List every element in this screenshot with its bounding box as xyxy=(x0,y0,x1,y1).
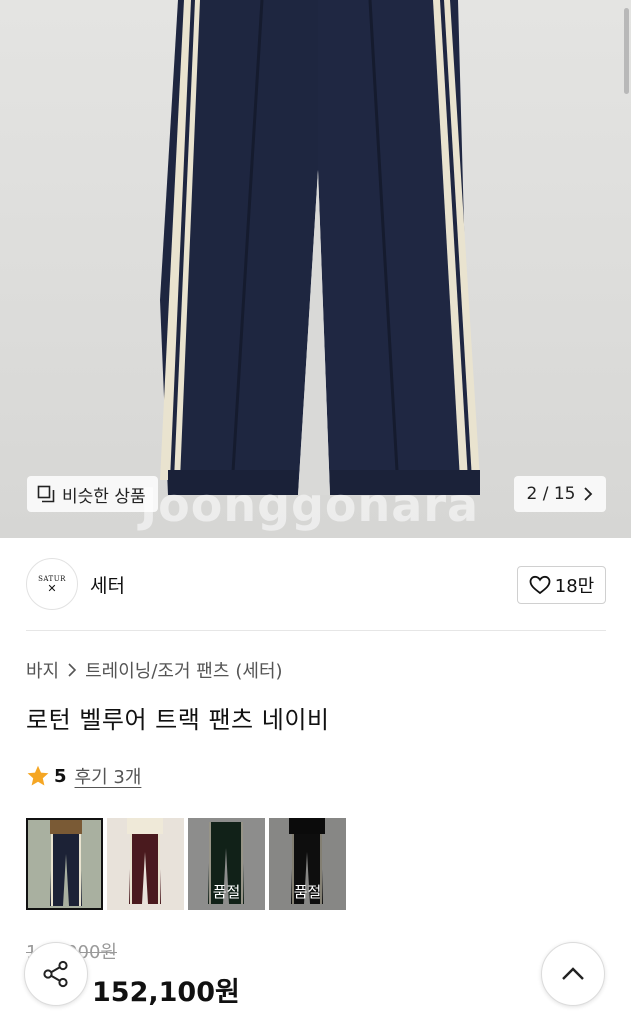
share-icon xyxy=(43,960,68,988)
scroll-to-top-button[interactable] xyxy=(541,942,605,1006)
option-thumbnails: 품절 품절 xyxy=(26,818,346,910)
similar-products-button[interactable]: 비슷한 상품 xyxy=(27,476,158,512)
shop-row[interactable]: SATUR ✕ 세터 18만 xyxy=(26,558,606,610)
product-photo xyxy=(160,0,480,495)
soldout-overlay: 품절 xyxy=(188,818,265,910)
similar-products-label: 비슷한 상품 xyxy=(62,486,146,507)
breadcrumb-category[interactable]: 바지 xyxy=(26,657,59,683)
shop-logo-mark-icon: ✕ xyxy=(47,581,57,595)
heart-icon xyxy=(529,575,551,595)
soldout-label: 품절 xyxy=(212,883,241,901)
image-counter: 2 / 15 xyxy=(526,484,576,504)
shop-avatar[interactable]: SATUR ✕ xyxy=(26,558,78,610)
soldout-label: 품절 xyxy=(293,883,322,901)
option-thumb[interactable]: 품절 xyxy=(269,818,346,910)
shop-name[interactable]: 세터 xyxy=(90,571,125,598)
option-photo xyxy=(50,820,82,906)
share-button[interactable] xyxy=(24,942,88,1006)
product-image-carousel[interactable]: Joonggonara 비슷한 상품 2 / 15 xyxy=(0,0,631,538)
divider xyxy=(26,630,606,631)
soldout-overlay: 품절 xyxy=(269,818,346,910)
star-icon xyxy=(27,765,49,786)
option-thumb[interactable] xyxy=(107,818,184,910)
chevron-up-icon xyxy=(562,967,584,980)
rating-score: 5 xyxy=(54,765,67,787)
breadcrumb-brand[interactable]: (세터) xyxy=(235,657,282,683)
chevron-right-icon xyxy=(68,663,77,677)
like-count: 18만 xyxy=(554,576,595,597)
product-title: 로턴 벨루어 트랙 팬츠 네이비 xyxy=(26,706,330,734)
option-thumb[interactable]: 품절 xyxy=(188,818,265,910)
like-button[interactable]: 18만 xyxy=(517,566,606,604)
breadcrumb: 바지 트레이닝/조거 팬츠 (세터) xyxy=(26,657,283,683)
option-thumb[interactable] xyxy=(26,818,103,910)
current-price: 152,100원 xyxy=(92,977,240,1008)
breadcrumb-subcategory[interactable]: 트레이닝/조거 팬츠 xyxy=(85,657,229,683)
chevron-right-icon xyxy=(584,487,593,501)
similar-items-icon xyxy=(37,485,55,503)
watermark: Joonggonara xyxy=(140,478,480,532)
reviews-link[interactable]: 후기 3개 xyxy=(75,763,142,789)
image-pager[interactable]: 2 / 15 xyxy=(514,476,606,512)
option-photo xyxy=(127,818,163,904)
scrollbar-thumb[interactable] xyxy=(624,8,629,94)
rating-row: 5 후기 3개 xyxy=(26,763,141,789)
